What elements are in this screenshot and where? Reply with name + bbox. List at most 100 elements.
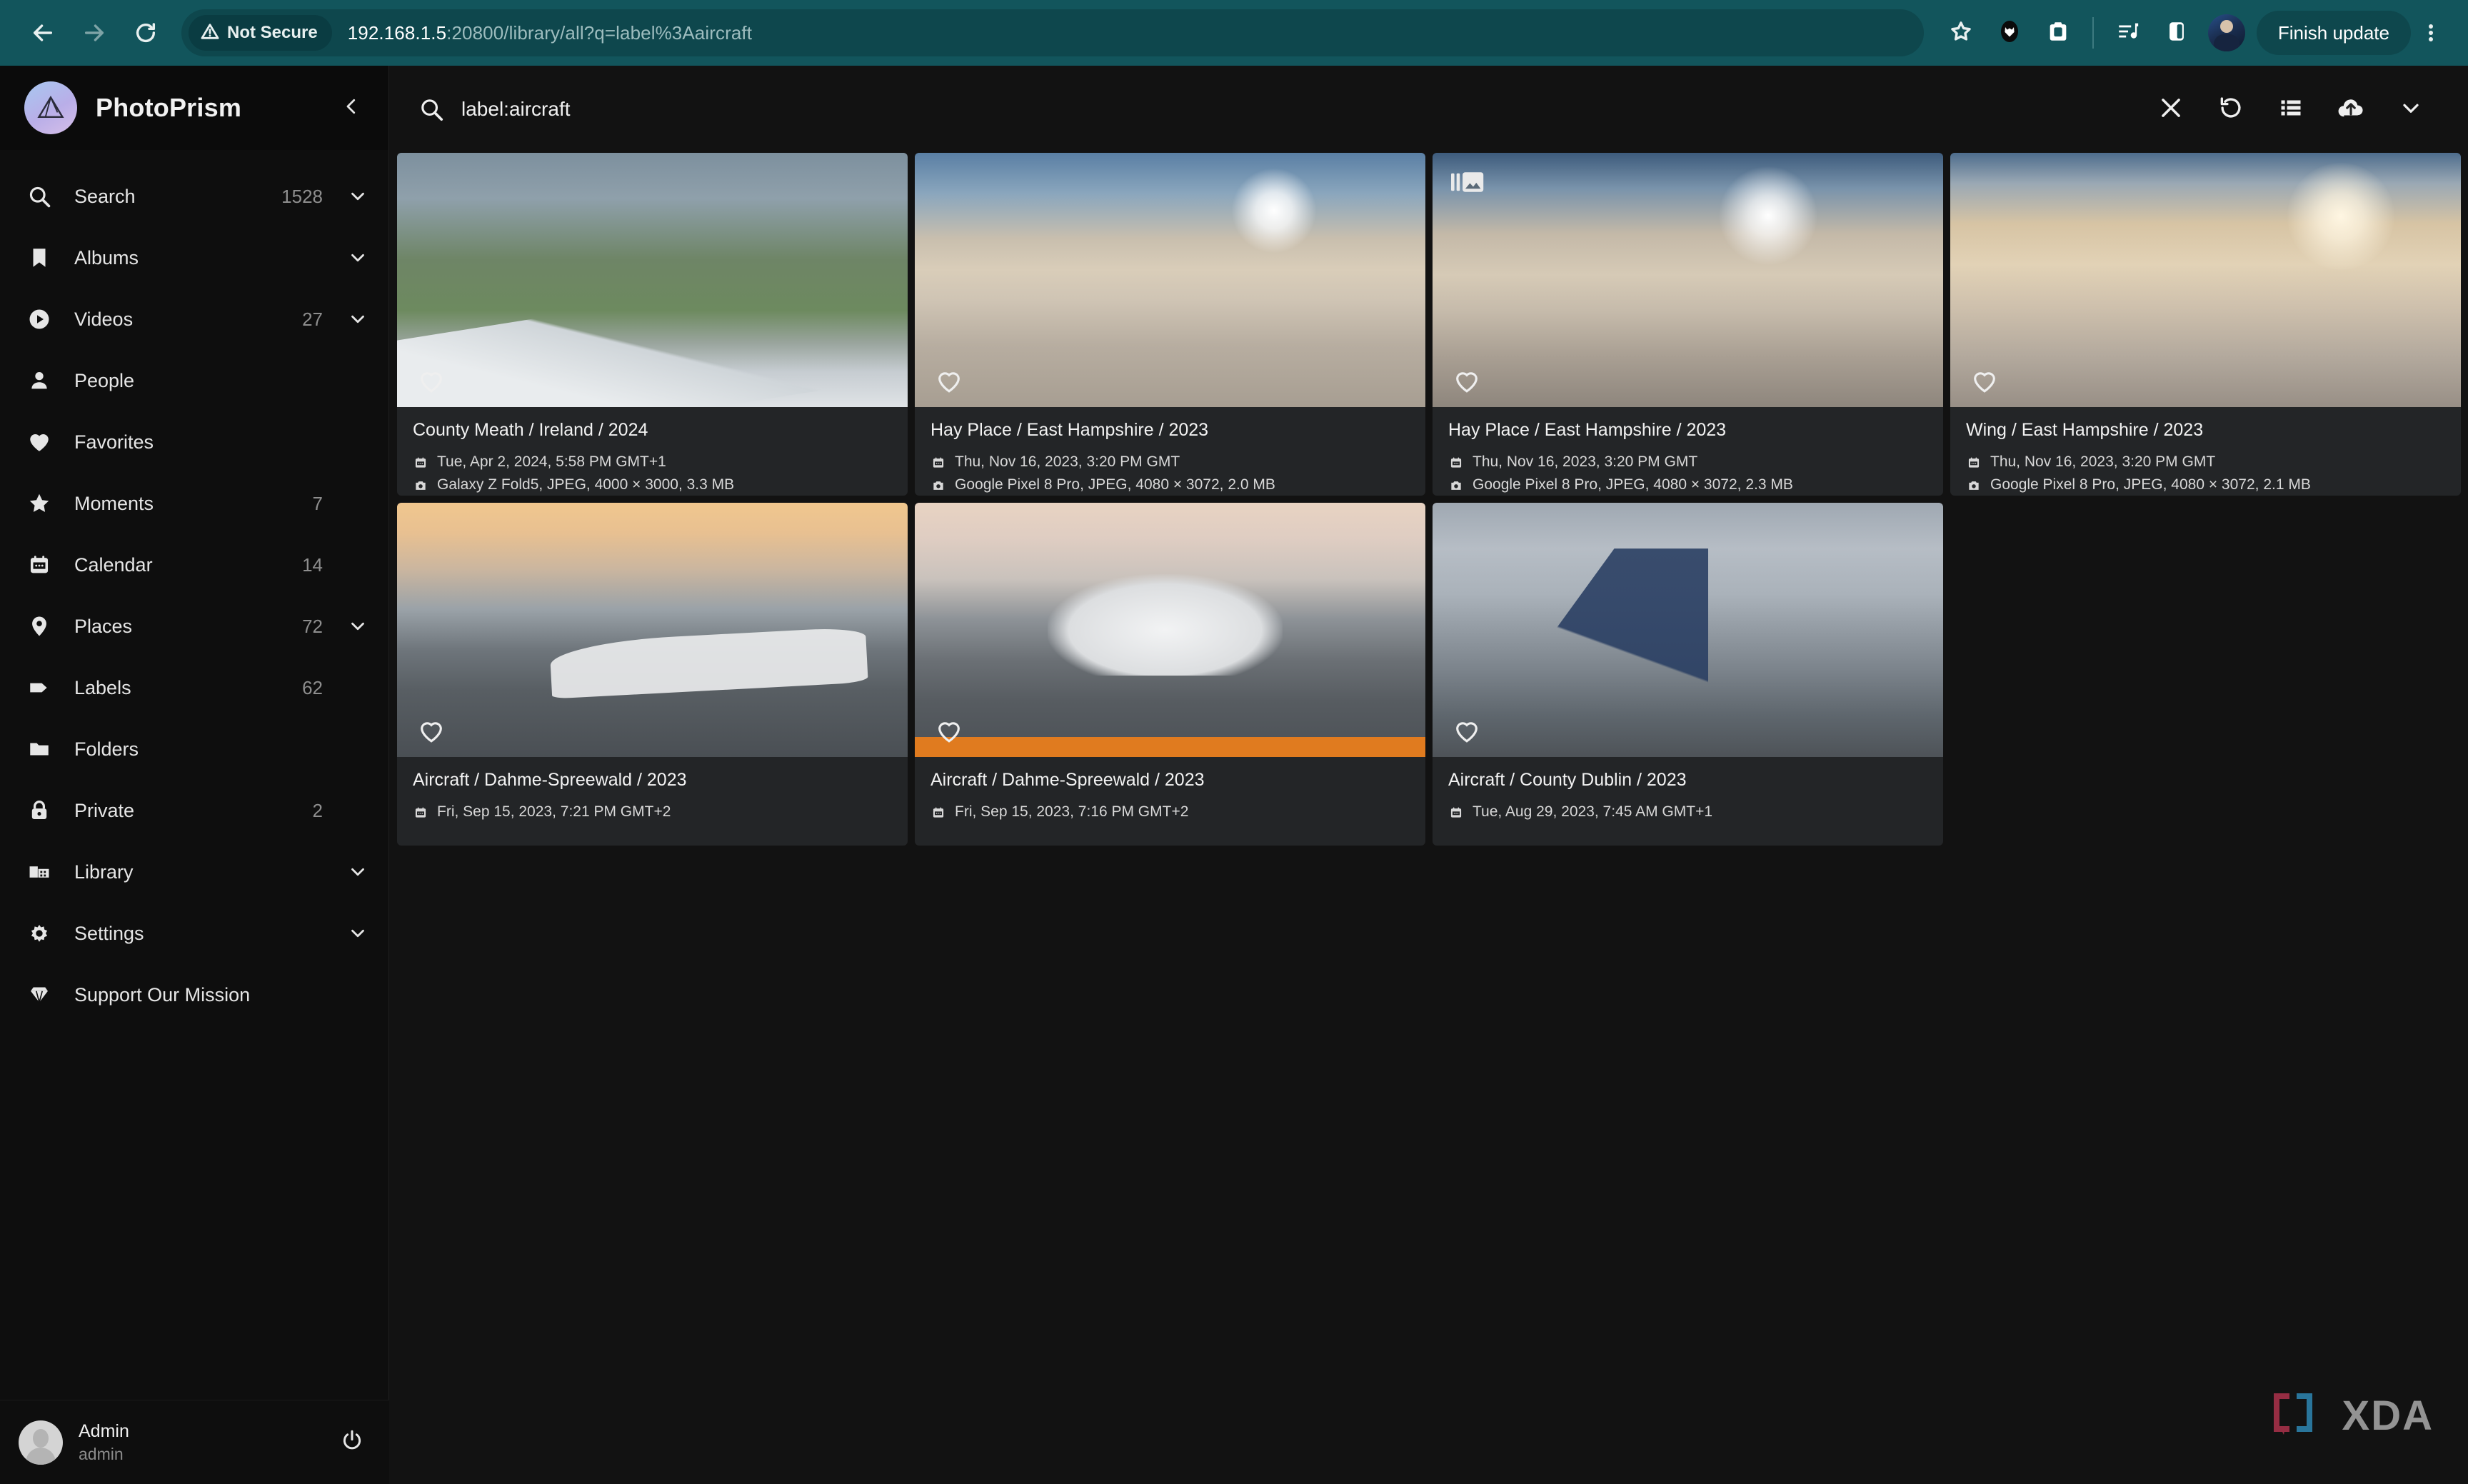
- photo-card[interactable]: Wing / East Hampshire / 2023 Thu, Nov 16…: [1950, 153, 2461, 496]
- chevron-down-icon[interactable]: [346, 246, 370, 270]
- tag-icon: [24, 673, 54, 703]
- browser-menu-button[interactable]: [2411, 9, 2451, 57]
- power-icon: [340, 1428, 364, 1456]
- favorite-toggle[interactable]: [416, 716, 447, 747]
- browser-reload-button[interactable]: [120, 7, 171, 59]
- favorite-toggle[interactable]: [933, 716, 965, 747]
- sidebar-item-label: Folders: [74, 738, 139, 760]
- logout-button[interactable]: [335, 1425, 369, 1460]
- photo-thumbnail[interactable]: [915, 153, 1425, 407]
- search-input[interactable]: [461, 98, 2141, 121]
- favorite-toggle[interactable]: [933, 366, 965, 397]
- favorite-toggle[interactable]: [416, 366, 447, 397]
- sidebar-item-folders[interactable]: Folders: [0, 718, 388, 780]
- sidebar-item-label: Search: [74, 185, 136, 207]
- chevron-down-icon[interactable]: [346, 921, 370, 946]
- photo-thumbnail[interactable]: [1433, 153, 1943, 407]
- more-options-button[interactable]: [2381, 79, 2441, 139]
- avatar-head: [2219, 20, 2233, 33]
- chevron-down-icon[interactable]: [346, 614, 370, 638]
- favorite-toggle[interactable]: [1969, 366, 2000, 397]
- calendar-icon: [1448, 453, 1464, 472]
- extension-wolf-button[interactable]: [1985, 9, 2034, 57]
- main-content: County Meath / Ireland / 2024 Tue, Apr 2…: [390, 66, 2468, 1484]
- list-view-icon: [2278, 95, 2304, 124]
- sidebar-item-search[interactable]: Search 1528: [0, 166, 388, 227]
- side-panel-button[interactable]: [2152, 9, 2201, 57]
- photo-image: [397, 153, 908, 407]
- photo-camera-line: Galaxy Z Fold5, JPEG, 4000 × 3000, 3.3 M…: [413, 475, 892, 495]
- photoprism-logo-icon[interactable]: [24, 81, 77, 134]
- photo-title: Hay Place / East Hampshire / 2023: [930, 420, 1209, 440]
- chevron-down-icon[interactable]: [346, 307, 370, 331]
- camera-icon: [413, 476, 428, 495]
- sidebar-item-labels[interactable]: Labels 62: [0, 657, 388, 718]
- sidebar-item-settings[interactable]: Settings: [0, 903, 388, 964]
- photo-date: Thu, Nov 16, 2023, 3:20 PM GMT: [955, 453, 1180, 470]
- photo-card[interactable]: County Meath / Ireland / 2024 Tue, Apr 2…: [397, 153, 908, 496]
- finish-update-button[interactable]: Finish update: [2256, 11, 2411, 55]
- profile-avatar[interactable]: [2207, 14, 2245, 51]
- photo-card[interactable]: Aircraft / Dahme-Spreewald / 2023 Fri, S…: [397, 503, 908, 846]
- not-secure-badge[interactable]: Not Secure: [189, 15, 332, 51]
- upload-button[interactable]: [2321, 79, 2381, 139]
- sidebar-item-support-our-mission[interactable]: Support Our Mission: [0, 964, 388, 1026]
- forward-button[interactable]: [69, 7, 120, 59]
- photo-meta: Hay Place / East Hampshire / 2023 Thu, N…: [915, 407, 1425, 496]
- sidebar-item-favorites[interactable]: Favorites: [0, 411, 388, 473]
- sidebar-item-count: 62: [302, 676, 323, 698]
- photo-image: [1433, 153, 1943, 407]
- sidebar-item-label: Support Our Mission: [74, 983, 251, 1006]
- sidebar-item-albums[interactable]: Albums: [0, 227, 388, 289]
- sidebar-item-count: 27: [302, 308, 323, 330]
- sidebar-item-count: 7: [312, 492, 323, 514]
- favorite-toggle[interactable]: [1451, 366, 1483, 397]
- avatar[interactable]: [19, 1420, 63, 1465]
- calendar-icon: [1448, 803, 1464, 822]
- refresh-results-button[interactable]: [2201, 79, 2261, 139]
- clear-search-button[interactable]: [2141, 79, 2201, 139]
- back-button[interactable]: [17, 7, 69, 59]
- xda-logo-text: XDA: [2342, 1393, 2434, 1439]
- folder-icon: [24, 734, 54, 764]
- sidebar-collapse-button[interactable]: [334, 91, 368, 125]
- camera-icon: [930, 476, 946, 495]
- photo-meta: Aircraft / Dahme-Spreewald / 2023 Fri, S…: [397, 757, 908, 832]
- photo-date: Tue, Apr 2, 2024, 5:58 PM GMT+1: [437, 453, 666, 470]
- sidebar-item-library[interactable]: Library: [0, 841, 388, 903]
- browser-toolbar: Not Secure 192.168.1.5:20800/library/all…: [0, 0, 2468, 66]
- person-icon: [24, 366, 54, 396]
- chevron-down-icon[interactable]: [346, 184, 370, 209]
- photo-thumbnail[interactable]: [915, 503, 1425, 757]
- view-mode-button[interactable]: [2261, 79, 2321, 139]
- bookmark-button[interactable]: [1937, 9, 1985, 57]
- photo-card[interactable]: Aircraft / County Dublin / 2023 Tue, Aug…: [1433, 503, 1943, 846]
- user-info[interactable]: Admin admin: [79, 1421, 319, 1464]
- sidebar-item-calendar[interactable]: Calendar 14: [0, 534, 388, 596]
- photo-thumbnail[interactable]: [397, 153, 908, 407]
- address-bar[interactable]: Not Secure 192.168.1.5:20800/library/all…: [181, 9, 1924, 56]
- photo-thumbnail[interactable]: [1950, 153, 2461, 407]
- sidebar-item-places[interactable]: Places 72: [0, 596, 388, 657]
- chevron-down-icon[interactable]: [346, 860, 370, 884]
- sidebar-item-private[interactable]: Private 2: [0, 780, 388, 841]
- media-control-button[interactable]: [2104, 9, 2152, 57]
- photo-camera-line: Google Pixel 8 Pro, JPEG, 4080 × 3072, 2…: [1966, 475, 2445, 495]
- photo-card[interactable]: Hay Place / East Hampshire / 2023 Thu, N…: [1433, 153, 1943, 496]
- cloud-upload-icon: [2336, 93, 2366, 126]
- calendar-icon: [24, 550, 54, 580]
- photo-card[interactable]: Hay Place / East Hampshire / 2023 Thu, N…: [915, 153, 1425, 496]
- extension-clipboard-button[interactable]: [2034, 9, 2082, 57]
- sidebar-item-videos[interactable]: Videos 27: [0, 289, 388, 350]
- photo-card[interactable]: Aircraft / Dahme-Spreewald / 2023 Fri, S…: [915, 503, 1425, 846]
- favorite-toggle[interactable]: [1451, 716, 1483, 747]
- star-icon: [24, 488, 54, 518]
- sidebar-item-moments[interactable]: Moments 7: [0, 473, 388, 534]
- side-panel-icon: [2164, 19, 2189, 47]
- sidebar: PhotoPrism Search 1528 Albums Videos 27 …: [0, 66, 389, 1484]
- sidebar-item-people[interactable]: People: [0, 350, 388, 411]
- photo-color-strip: [915, 737, 1425, 757]
- photo-thumbnail[interactable]: [1433, 503, 1943, 757]
- photo-thumbnail[interactable]: [397, 503, 908, 757]
- sidebar-nav: Search 1528 Albums Videos 27 People Favo…: [0, 150, 388, 1026]
